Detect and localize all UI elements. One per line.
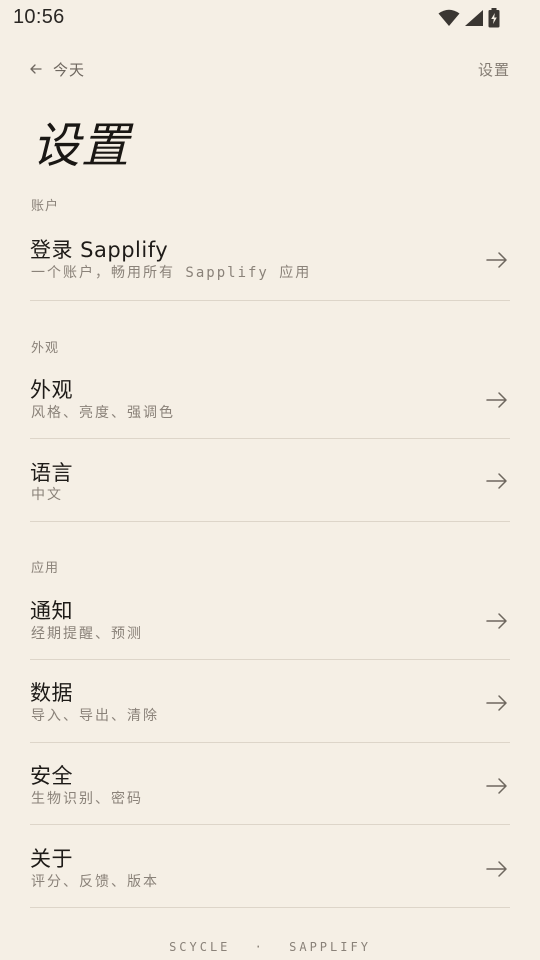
arrow-right-icon	[486, 392, 507, 408]
settings-row-data[interactable]: 数据 导入、导出、清除	[30, 680, 510, 743]
arrow-right-icon	[486, 252, 507, 268]
page-title: 设置	[32, 118, 131, 174]
row-subtitle: 生物识别、密码	[31, 791, 143, 807]
current-page-label: 设置	[477, 60, 510, 79]
row-subtitle: 经期提醒、预测	[31, 626, 143, 642]
row-subtitle: 评分、反馈、版本	[31, 874, 159, 890]
section-label-appearance: 外观	[31, 341, 60, 356]
settings-row-notifications[interactable]: 通知 经期提醒、预测	[30, 598, 510, 660]
row-divider	[30, 521, 510, 522]
row-subtitle: 导入、导出、清除	[31, 708, 159, 724]
row-divider	[30, 659, 510, 660]
section-label-account: 账户	[31, 199, 60, 214]
row-divider	[30, 300, 510, 301]
row-title: 安全	[30, 764, 73, 788]
signal-icon	[465, 10, 483, 26]
row-subtitle: 风格、亮度、强调色	[31, 405, 175, 421]
arrow-right-icon	[486, 861, 507, 877]
back-label: 今天	[53, 60, 86, 79]
footer-separator: ·	[254, 940, 265, 954]
row-divider	[30, 742, 510, 743]
status-icons	[438, 7, 500, 29]
top-navigation: 今天 设置	[30, 56, 510, 82]
arrow-right-icon	[486, 778, 507, 794]
row-title: 外观	[30, 378, 73, 402]
row-title: 语言	[30, 461, 73, 485]
row-subtitle: 一个账户，畅用所有 Sapplify 应用	[31, 265, 312, 281]
wifi-icon	[438, 9, 460, 26]
footer-app-name: SCYCLE	[169, 940, 231, 954]
back-button[interactable]: 今天	[30, 56, 85, 82]
row-divider	[30, 438, 510, 439]
status-bar: 10:56	[0, 0, 540, 36]
row-title: 数据	[30, 681, 73, 705]
footer-brand: SCYCLE · SAPPLIFY	[0, 940, 540, 954]
section-label-app: 应用	[31, 561, 60, 576]
arrow-left-icon	[30, 64, 42, 74]
footer-company-name: SAPPLIFY	[289, 940, 371, 954]
settings-row-language[interactable]: 语言 中文	[30, 460, 510, 522]
row-divider	[30, 824, 510, 825]
arrow-right-icon	[486, 613, 507, 629]
battery-charging-icon	[488, 8, 500, 28]
settings-row-appearance[interactable]: 外观 风格、亮度、强调色	[30, 377, 510, 439]
row-title: 登录 Sapplify	[30, 238, 169, 262]
arrow-right-icon	[486, 695, 507, 711]
row-divider	[30, 907, 510, 908]
settings-row-about[interactable]: 关于 评分、反馈、版本	[30, 846, 510, 908]
status-time: 10:56	[13, 6, 65, 28]
row-title: 通知	[30, 599, 73, 623]
settings-row-security[interactable]: 安全 生物识别、密码	[30, 763, 510, 825]
row-subtitle: 中文	[31, 487, 63, 503]
row-title: 关于	[30, 847, 73, 871]
settings-row-login[interactable]: 登录 Sapplify 一个账户，畅用所有 Sapplify 应用	[30, 237, 510, 301]
arrow-right-icon	[486, 473, 507, 489]
